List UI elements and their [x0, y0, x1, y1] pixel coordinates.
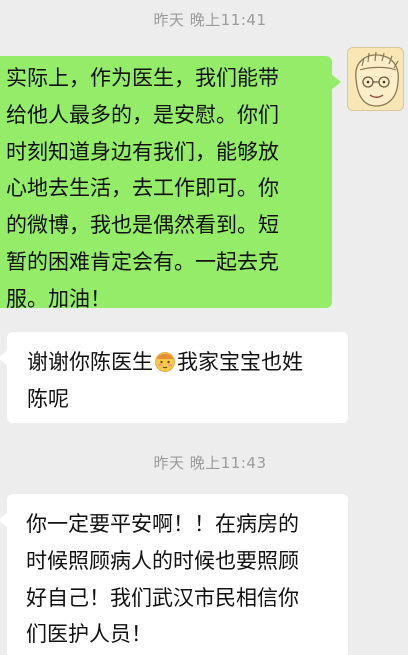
message-text-line: 暂的困难肯定会有。一起去克: [6, 249, 279, 274]
message-text-line: 时候照顾病人的时候也要照顾: [26, 548, 299, 573]
timestamp: 昨天 晚上11:43: [153, 454, 267, 472]
message-text-line: 陈呢: [27, 386, 69, 411]
sent-message-bubble[interactable]: 实际上，作为医生，我们能带 给他人最多的，是安慰。你们 时刻知道身边有我们，能够…: [0, 56, 341, 311]
message-text-line: 给他人最多的，是安慰。你们: [6, 102, 279, 127]
message-text-line: 时刻知道身边有我们，能够放: [6, 139, 279, 164]
message-text-line: 服。加油！: [6, 286, 111, 311]
received-message-bubble[interactable]: 你一定要平安啊！！在病房的 时候照顾病人的时候也要照顾 好自己！我们武汉市民相信…: [0, 494, 348, 655]
message-text-segment: 我家宝宝也姓: [177, 350, 303, 374]
message-text-segment: 谢谢你陈医生: [27, 350, 153, 374]
cartoon-face-icon: [355, 51, 399, 107]
received-message-bubble[interactable]: 谢谢你陈医生 我家宝宝也姓 陈呢: [0, 332, 348, 423]
avatar[interactable]: [347, 47, 404, 111]
message-text-line: 心地去生活，去工作即可。你: [6, 176, 279, 201]
message-text-line: 们医护人员！: [26, 622, 152, 647]
message-text-line: 好自己！我们武汉市民相信你: [26, 585, 299, 610]
message-text-line: 你一定要平安啊！！在病房的: [26, 512, 299, 536]
message-text-line: 实际上，作为医生，我们能带: [6, 66, 279, 90]
message-text-line: 的微博，我也是偶然看到。短: [6, 213, 279, 238]
message-text-line: 谢谢你陈医生 我家宝宝也姓: [27, 344, 334, 381]
timestamp: 昨天 晚上11:41: [153, 11, 267, 29]
shy-face-emoji-icon: [155, 352, 175, 372]
